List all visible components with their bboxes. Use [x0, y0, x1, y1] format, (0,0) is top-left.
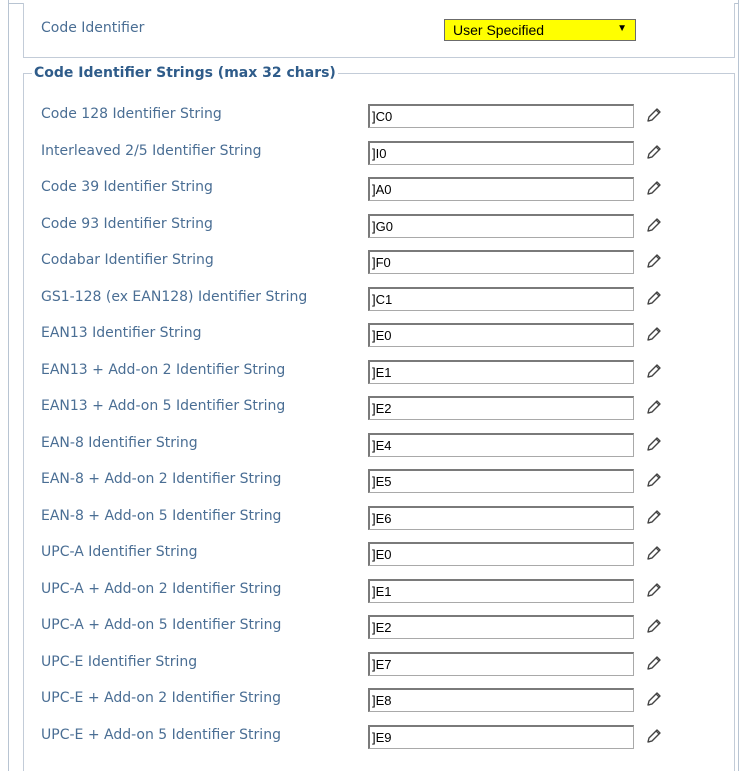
- identifier-label: GS1-128 (ex EAN128) Identifier String: [41, 288, 308, 305]
- identifier-row: EAN-8 Identifier String: [0, 432, 747, 457]
- identifier-label: EAN-8 + Add-on 5 Identifier String: [41, 507, 282, 524]
- identifier-input[interactable]: [368, 104, 634, 128]
- identifier-row: GS1-128 (ex EAN128) Identifier String: [0, 286, 747, 311]
- identifier-label: Code 39 Identifier String: [41, 179, 213, 195]
- identifier-input[interactable]: [368, 177, 634, 201]
- identifier-label: UPC-E Identifier String: [41, 653, 198, 670]
- identifier-row: UPC-E + Add-on 2 Identifier String: [0, 688, 747, 712]
- identifier-row: UPC-E + Add-on 5 Identifier String: [0, 724, 747, 749]
- identifier-label: EAN13 Identifier String: [41, 325, 202, 341]
- identifier-label: UPC-A + Add-on 5 Identifier String: [41, 617, 282, 633]
- identifier-label: Code 128 Identifier String: [41, 106, 222, 122]
- identifier-label: EAN13 + Add-on 2 Identifier String: [41, 361, 286, 378]
- pencil-icon[interactable]: [645, 362, 663, 380]
- pencil-icon[interactable]: [645, 617, 663, 635]
- identifier-label: UPC-A Identifier String: [41, 544, 198, 560]
- identifier-input[interactable]: [368, 651, 634, 676]
- identifier-label: UPC-E + Add-on 2 Identifier String: [41, 690, 281, 706]
- pencil-icon[interactable]: [645, 179, 663, 197]
- pencil-icon[interactable]: [645, 252, 663, 270]
- identifier-label: EAN-8 Identifier String: [41, 434, 198, 451]
- identifier-input[interactable]: [368, 578, 634, 603]
- identifier-input[interactable]: [368, 505, 634, 530]
- pencil-icon[interactable]: [645, 143, 663, 161]
- pencil-icon[interactable]: [645, 581, 663, 599]
- identifier-row: EAN-8 + Add-on 2 Identifier String: [0, 469, 747, 493]
- identifier-label: UPC-E + Add-on 5 Identifier String: [41, 726, 281, 743]
- identifier-input[interactable]: [368, 323, 634, 347]
- code-identifier-label: Code Identifier: [41, 20, 145, 36]
- identifier-row: Code 93 Identifier String: [0, 213, 747, 238]
- identifier-strings-legend: Code Identifier Strings (max 32 chars): [34, 65, 336, 81]
- pencil-icon[interactable]: [645, 690, 663, 708]
- identifier-label: EAN13 + Add-on 5 Identifier String: [41, 398, 286, 414]
- pencil-icon[interactable]: [645, 106, 663, 124]
- identifier-row: UPC-A + Add-on 2 Identifier String: [0, 578, 747, 603]
- identifier-input[interactable]: [368, 724, 634, 749]
- identifier-row: EAN13 Identifier String: [0, 323, 747, 347]
- identifier-row: Codabar Identifier String: [0, 250, 747, 274]
- pencil-icon[interactable]: [645, 289, 663, 307]
- identifier-input[interactable]: [368, 469, 634, 493]
- identifier-row: EAN13 + Add-on 5 Identifier String: [0, 396, 747, 420]
- identifier-input[interactable]: [368, 359, 634, 384]
- pencil-icon[interactable]: [645, 435, 663, 453]
- identifier-input[interactable]: [368, 213, 634, 238]
- pencil-icon[interactable]: [645, 544, 663, 562]
- identifier-row: UPC-A Identifier String: [0, 542, 747, 566]
- identifier-row: EAN-8 + Add-on 5 Identifier String: [0, 505, 747, 530]
- identifier-row: Code 39 Identifier String: [0, 177, 747, 201]
- identifier-row: EAN13 + Add-on 2 Identifier String: [0, 359, 747, 384]
- pencil-icon[interactable]: [645, 216, 663, 234]
- identifier-input[interactable]: [368, 432, 634, 457]
- identifier-label: UPC-A + Add-on 2 Identifier String: [41, 580, 282, 597]
- identifier-input[interactable]: [368, 615, 634, 639]
- identifier-input[interactable]: [368, 140, 634, 165]
- identifier-label: EAN-8 + Add-on 2 Identifier String: [41, 471, 282, 487]
- identifier-input[interactable]: [368, 542, 634, 566]
- pencil-icon[interactable]: [645, 471, 663, 489]
- pencil-icon[interactable]: [645, 654, 663, 672]
- code-identifier-select-value: User Specified: [453, 22, 545, 38]
- identifier-input[interactable]: [368, 396, 634, 420]
- identifier-row: Code 128 Identifier String: [0, 104, 747, 128]
- identifier-input[interactable]: [368, 688, 634, 712]
- identifier-row: UPC-A + Add-on 5 Identifier String: [0, 615, 747, 639]
- identifier-input[interactable]: [368, 286, 634, 311]
- identifier-input[interactable]: [368, 250, 634, 274]
- identifier-label: Interleaved 2/5 Identifier String: [41, 142, 262, 159]
- pencil-icon[interactable]: [645, 508, 663, 526]
- pencil-icon[interactable]: [645, 727, 663, 745]
- identifier-row: Interleaved 2/5 Identifier String: [0, 140, 747, 165]
- pencil-icon[interactable]: [645, 398, 663, 416]
- pencil-icon[interactable]: [645, 325, 663, 343]
- identifier-label: Code 93 Identifier String: [41, 215, 213, 232]
- chevron-down-icon: ▼: [617, 23, 627, 34]
- identifier-label: Codabar Identifier String: [41, 252, 214, 268]
- identifier-row: UPC-E Identifier String: [0, 651, 747, 676]
- code-identifier-select[interactable]: User Specified ▼: [444, 19, 636, 41]
